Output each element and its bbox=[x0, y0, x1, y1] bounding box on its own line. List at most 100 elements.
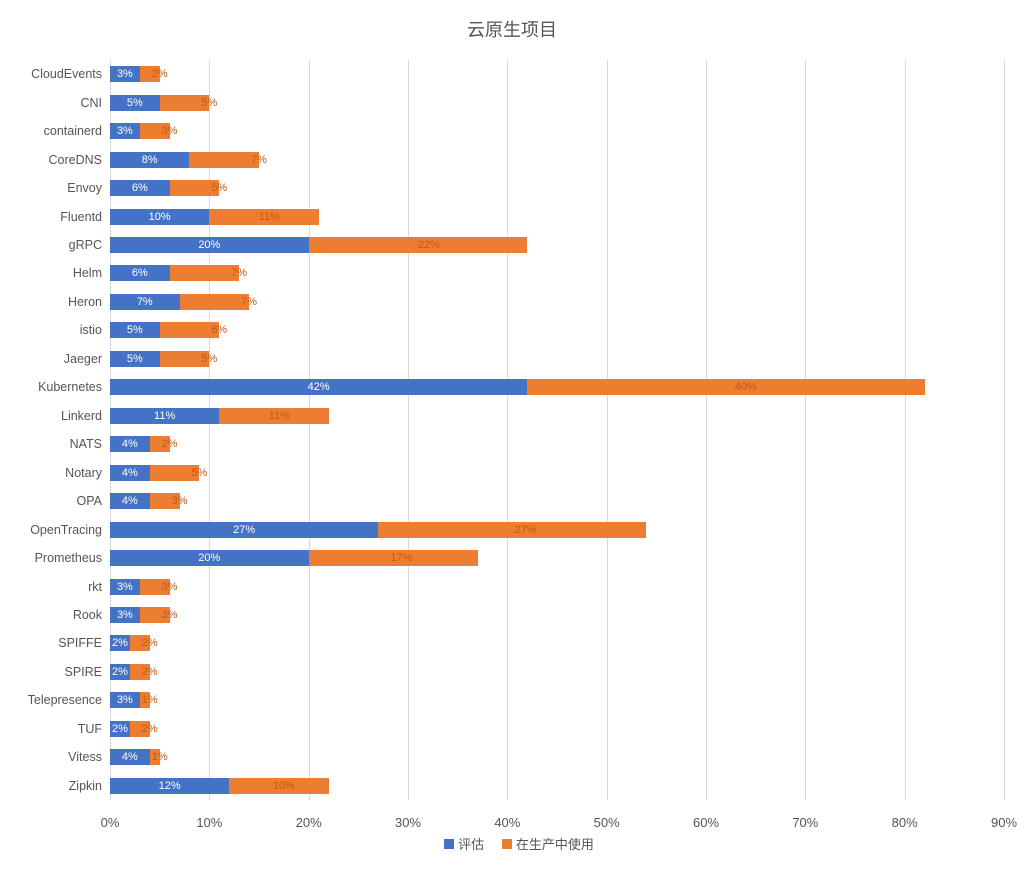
bar-segment-evaluating bbox=[110, 66, 140, 82]
bar-row: Fluentd10%11% bbox=[110, 209, 1004, 225]
bar-track: 3%3% bbox=[110, 579, 1004, 595]
bar-track: 2%2% bbox=[110, 635, 1004, 651]
x-tick-label: 40% bbox=[494, 815, 520, 830]
x-tick-label: 70% bbox=[792, 815, 818, 830]
gridline bbox=[1004, 60, 1005, 800]
gridline bbox=[309, 60, 310, 800]
bar-segment-production bbox=[160, 351, 210, 367]
bar-segment-evaluating bbox=[110, 152, 189, 168]
x-tick-label: 20% bbox=[296, 815, 322, 830]
legend-swatch-evaluating bbox=[444, 839, 454, 849]
bar-row: SPIFFE2%2% bbox=[110, 635, 1004, 651]
bar-row: istio5%6% bbox=[110, 322, 1004, 338]
x-tick-label: 50% bbox=[594, 815, 620, 830]
bar-segment-evaluating bbox=[110, 607, 140, 623]
category-label: Vitess bbox=[0, 750, 110, 764]
bar-track: 20%17% bbox=[110, 550, 1004, 566]
bar-segment-production bbox=[160, 95, 210, 111]
x-tick-label: 30% bbox=[395, 815, 421, 830]
category-label: Rook bbox=[0, 608, 110, 622]
legend-label-evaluating: 评估 bbox=[458, 837, 484, 852]
bar-segment-evaluating bbox=[110, 294, 180, 310]
category-label: Kubernetes bbox=[0, 380, 110, 394]
bar-track: 7%7% bbox=[110, 294, 1004, 310]
bar-track: 27%27% bbox=[110, 522, 1004, 538]
bar-segment-evaluating bbox=[110, 265, 170, 281]
category-label: SPIFFE bbox=[0, 636, 110, 650]
x-tick-label: 10% bbox=[196, 815, 222, 830]
category-label: Telepresence bbox=[0, 693, 110, 707]
bar-segment-evaluating bbox=[110, 351, 160, 367]
bar-row: gRPC20%22% bbox=[110, 237, 1004, 253]
bar-row: Linkerd11%11% bbox=[110, 408, 1004, 424]
x-tick-label: 80% bbox=[892, 815, 918, 830]
bar-segment-production bbox=[378, 522, 646, 538]
chart-container: 云原生项目 CloudEvents3%2%CNI5%5%containerd3%… bbox=[0, 0, 1024, 884]
bar-row: Heron7%7% bbox=[110, 294, 1004, 310]
bar-segment-production bbox=[219, 408, 328, 424]
category-label: OpenTracing bbox=[0, 523, 110, 537]
bar-segment-production bbox=[170, 265, 240, 281]
bar-row: rkt3%3% bbox=[110, 579, 1004, 595]
bar-row: OpenTracing27%27% bbox=[110, 522, 1004, 538]
bar-row: OPA4%3% bbox=[110, 493, 1004, 509]
bar-track: 42%40% bbox=[110, 379, 1004, 395]
bar-segment-production bbox=[170, 180, 220, 196]
category-label: istio bbox=[0, 323, 110, 337]
bar-segment-production bbox=[209, 209, 318, 225]
bar-track: 5%5% bbox=[110, 351, 1004, 367]
bar-segment-evaluating bbox=[110, 550, 309, 566]
bar-track: 5%6% bbox=[110, 322, 1004, 338]
bar-row: CNI5%5% bbox=[110, 95, 1004, 111]
bar-segment-production bbox=[140, 66, 160, 82]
plot-area: CloudEvents3%2%CNI5%5%containerd3%3%Core… bbox=[110, 60, 1004, 830]
category-label: SPIRE bbox=[0, 665, 110, 679]
bar-segment-production bbox=[150, 749, 160, 765]
bar-row: containerd3%3% bbox=[110, 123, 1004, 139]
bar-row: Zipkin12%10% bbox=[110, 778, 1004, 794]
bar-row: Helm6%7% bbox=[110, 265, 1004, 281]
bar-segment-production bbox=[150, 493, 180, 509]
gridline bbox=[706, 60, 707, 800]
category-label: Heron bbox=[0, 295, 110, 309]
category-label: Prometheus bbox=[0, 551, 110, 565]
bar-track: 4%3% bbox=[110, 493, 1004, 509]
gridline bbox=[507, 60, 508, 800]
category-label: gRPC bbox=[0, 238, 110, 252]
bar-track: 4%5% bbox=[110, 465, 1004, 481]
category-label: TUF bbox=[0, 722, 110, 736]
bar-segment-production bbox=[140, 579, 170, 595]
bars-area: CloudEvents3%2%CNI5%5%containerd3%3%Core… bbox=[110, 60, 1004, 800]
bar-segment-production bbox=[150, 465, 200, 481]
bar-track: 6%5% bbox=[110, 180, 1004, 196]
bar-track: 20%22% bbox=[110, 237, 1004, 253]
bar-track: 5%5% bbox=[110, 95, 1004, 111]
bar-row: CoreDNS8%7% bbox=[110, 152, 1004, 168]
bar-segment-evaluating bbox=[110, 123, 140, 139]
gridline bbox=[408, 60, 409, 800]
bar-segment-production bbox=[180, 294, 250, 310]
bar-segment-production bbox=[130, 721, 150, 737]
bar-segment-evaluating bbox=[110, 493, 150, 509]
category-label: Fluentd bbox=[0, 210, 110, 224]
bar-track: 3%3% bbox=[110, 123, 1004, 139]
bar-segment-evaluating bbox=[110, 635, 130, 651]
bar-track: 4%2% bbox=[110, 436, 1004, 452]
category-label: CloudEvents bbox=[0, 67, 110, 81]
bar-segment-evaluating bbox=[110, 778, 229, 794]
category-label: CNI bbox=[0, 96, 110, 110]
bar-row: Envoy6%5% bbox=[110, 180, 1004, 196]
bar-segment-production bbox=[160, 322, 220, 338]
legend-swatch-production bbox=[502, 839, 512, 849]
bar-segment-production bbox=[527, 379, 924, 395]
category-label: OPA bbox=[0, 494, 110, 508]
bar-track: 10%11% bbox=[110, 209, 1004, 225]
category-label: Helm bbox=[0, 266, 110, 280]
bar-track: 11%11% bbox=[110, 408, 1004, 424]
bar-segment-production bbox=[140, 607, 170, 623]
bar-segment-evaluating bbox=[110, 408, 219, 424]
bar-row: Rook3%3% bbox=[110, 607, 1004, 623]
x-tick-label: 0% bbox=[101, 815, 120, 830]
bar-track: 4%1% bbox=[110, 749, 1004, 765]
bar-segment-production bbox=[309, 550, 478, 566]
